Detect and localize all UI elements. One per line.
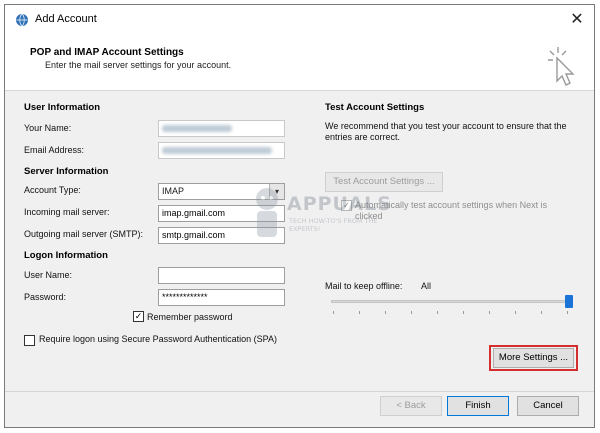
close-button[interactable]: ✕ [566,9,588,31]
cancel-button[interactable]: Cancel [517,396,579,416]
banner-subtitle: Enter the mail server settings for your … [45,60,232,70]
slider-tick [411,311,412,314]
title-bar: Add Account ✕ [5,5,594,35]
back-button[interactable]: < Back [380,396,442,416]
test-settings-heading: Test Account Settings [325,102,425,113]
close-icon: ✕ [570,11,584,28]
footer-divider [5,391,594,392]
slider-tick [541,311,542,314]
test-settings-description: We recommend that you test your account … [325,121,567,142]
mascot-icon [256,188,278,237]
redacted-email [162,147,272,154]
remember-password-checkbox[interactable]: ✓ [133,311,144,322]
slider-tick [489,311,490,314]
more-settings-button[interactable]: More Settings ... [493,348,574,368]
mail-offline-label: Mail to keep offline: [325,281,403,291]
spa-label: Require logon using Secure Password Auth… [39,334,277,344]
finish-button[interactable]: Finish [447,396,509,416]
slider-tick [333,311,334,314]
email-address-label: Email Address: [24,145,85,155]
outlook-globe-icon [16,13,28,27]
remember-password-label: Remember password [147,312,233,322]
slider-tick [359,311,360,314]
incoming-server-label: Incoming mail server: [24,207,110,217]
outgoing-server-label: Outgoing mail server (SMTP): [24,229,144,239]
slider-tick [385,311,386,314]
logon-info-heading: Logon Information [24,250,108,261]
slider-tick [515,311,516,314]
window-title: Add Account [35,13,97,25]
mail-offline-value: All [421,281,432,291]
watermark-tagline: TECH HOW-TO'S FROM THE EXPERTS! [289,217,378,233]
your-name-input[interactable] [158,120,285,137]
account-type-value: IMAP [162,186,185,196]
offline-slider-thumb[interactable] [565,295,573,308]
your-name-label: Your Name: [24,123,72,133]
user-name-label: User Name: [24,270,73,280]
appuals-watermark: APPUALS TECH HOW-TO'S FROM THE EXPERTS! [249,183,399,253]
slider-tick [437,311,438,314]
banner-title: POP and IMAP Account Settings [30,47,184,58]
watermark-brand: APPUALS [287,193,392,215]
redacted-name [162,125,232,132]
password-input[interactable]: ************* [158,289,285,306]
account-type-label: Account Type: [24,185,81,195]
user-name-input[interactable] [158,267,285,284]
spa-checkbox[interactable] [24,335,35,346]
slider-tick [463,311,464,314]
password-label: Password: [24,292,67,302]
add-account-dialog: Add Account ✕ POP and IMAP Account Setti… [4,4,595,428]
server-info-heading: Server Information [24,166,109,177]
offline-slider-track[interactable] [331,300,569,303]
cursor-click-icon [548,47,575,86]
email-address-input[interactable] [158,142,285,159]
header-banner: POP and IMAP Account Settings Enter the … [5,35,594,91]
slider-tick [567,311,568,314]
user-info-heading: User Information [24,102,101,113]
